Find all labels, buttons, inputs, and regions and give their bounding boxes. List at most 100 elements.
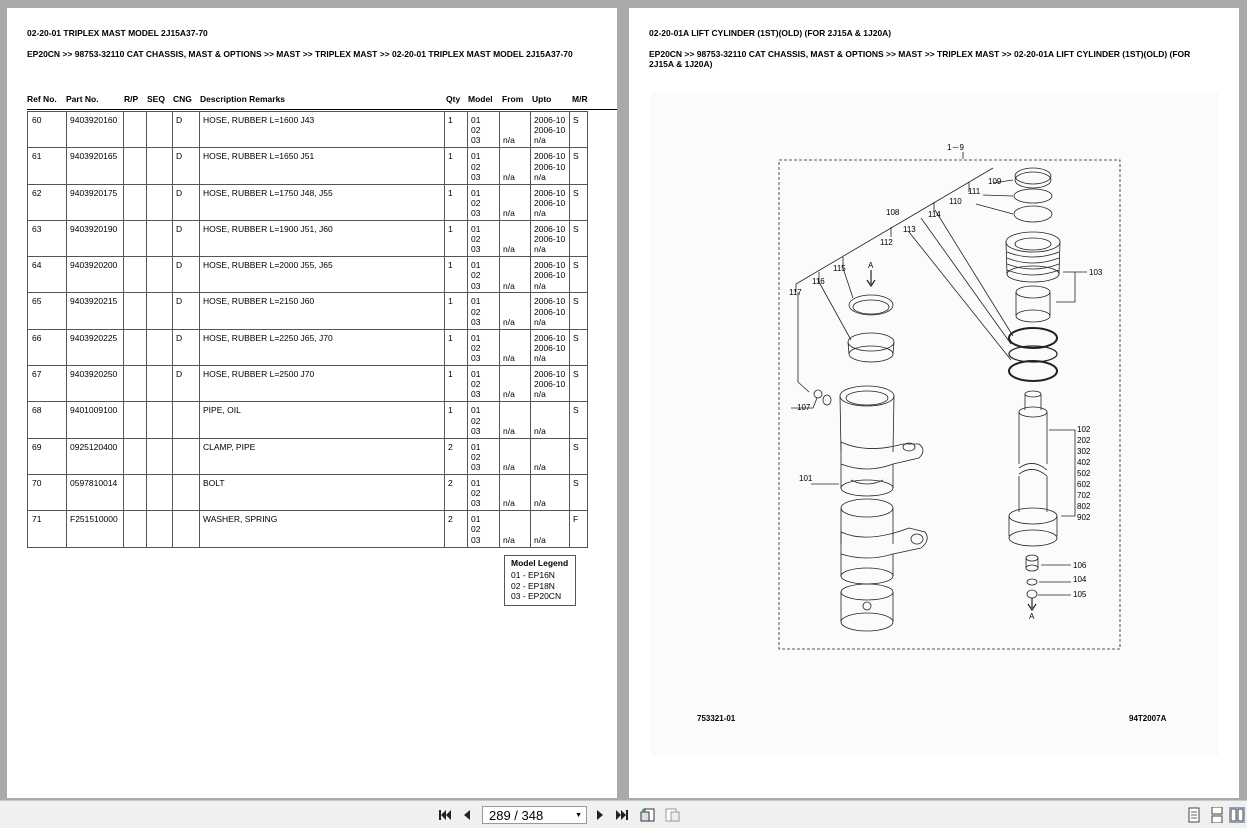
go-forward-view-button[interactable] bbox=[664, 807, 680, 823]
cylinder-part bbox=[840, 554, 894, 576]
table-row: 64 9403920200 D HOSE, RUBBER L=2000 J55, J6… bbox=[27, 256, 588, 294]
breadcrumb: EP20CN >> 98753-32110 CAT CHASSIS, MAST … bbox=[27, 49, 573, 59]
description-cell: HOSE, RUBBER L=2250 J65, J70 bbox=[199, 328, 445, 367]
callout-label: 1－9 bbox=[947, 143, 964, 152]
cylinder-part bbox=[839, 395, 895, 453]
cng-cell: D bbox=[172, 365, 200, 403]
first-page-button[interactable] bbox=[437, 807, 453, 823]
qty-cell: 1 bbox=[444, 219, 468, 258]
callout-label: 114 bbox=[928, 210, 941, 219]
model-cell: 01 02 03 bbox=[467, 473, 500, 512]
rp-cell bbox=[123, 292, 147, 330]
left-page: 02-20-01 TRIPLEX MAST MODEL 2J15A37-70 E… bbox=[7, 8, 617, 798]
col-from: From bbox=[502, 94, 524, 104]
fitting-part bbox=[813, 389, 823, 399]
callout-label: 101 bbox=[799, 474, 813, 483]
description-cell: HOSE, RUBBER L=2150 J60 bbox=[199, 292, 445, 330]
ring-part bbox=[1013, 205, 1053, 223]
model-cell: 01 02 03 bbox=[467, 292, 500, 330]
arrow-a bbox=[1027, 598, 1037, 612]
chevron-down-icon: ▼ bbox=[575, 812, 582, 819]
seq-cell bbox=[146, 328, 173, 367]
seq-cell bbox=[146, 401, 173, 439]
previous-page-button[interactable] bbox=[459, 807, 475, 823]
qty-cell: 1 bbox=[444, 292, 468, 330]
part-no-cell: 9403920165 bbox=[66, 147, 124, 185]
ref-no-cell: 63 bbox=[27, 219, 67, 258]
single-page-view-button[interactable] bbox=[1186, 807, 1202, 823]
ref-no-cell: 69 bbox=[27, 437, 67, 475]
cylinder-part bbox=[840, 583, 894, 601]
rp-cell bbox=[123, 110, 147, 149]
rp-cell bbox=[123, 437, 147, 475]
upto-cell: 2006-10 2006-10 n/a bbox=[530, 292, 570, 330]
next-page-button[interactable] bbox=[592, 807, 608, 823]
small-part bbox=[1025, 558, 1039, 568]
cylinder-part bbox=[840, 567, 894, 585]
part-no-cell: 9403920175 bbox=[66, 183, 124, 221]
from-cell: n/a bbox=[499, 183, 531, 221]
qty-cell: 1 bbox=[444, 147, 468, 185]
cylinder-part bbox=[839, 385, 895, 407]
qty-cell: 2 bbox=[444, 437, 468, 475]
callout-label: A bbox=[1029, 612, 1035, 621]
model-cell: 01 02 03 bbox=[467, 328, 500, 367]
cap-part bbox=[1005, 231, 1061, 253]
cng-cell bbox=[172, 510, 200, 548]
table-row: 68 9401009100 PIPE, OIL 1 01 02 03 n/a n/a S bbox=[27, 401, 588, 439]
mr-cell: S bbox=[569, 292, 588, 330]
table-row: 70 0597810014 BOLT 2 01 02 03 n/a n/a S bbox=[27, 473, 588, 512]
cng-cell: D bbox=[172, 292, 200, 330]
piston-part bbox=[1008, 529, 1058, 547]
table-row: 67 9403920250 D HOSE, RUBBER L=2500 J70 1 01 … bbox=[27, 365, 588, 403]
table-row: 71 F251510000 WASHER, SPRING 2 01 02 03 n/a … bbox=[27, 510, 588, 548]
qty-cell: 2 bbox=[444, 473, 468, 512]
ref-no-cell: 62 bbox=[27, 183, 67, 221]
page-indicator: 289 / 348 bbox=[489, 807, 544, 823]
from-cell: n/a bbox=[499, 219, 531, 258]
cylinder-part bbox=[840, 508, 894, 544]
breadcrumb: EP20CN >> 98753-32110 CAT CHASSIS, MAST … bbox=[649, 49, 1191, 69]
page-number-select[interactable]: 289 / 348 ▼ bbox=[482, 806, 587, 824]
arrow-a bbox=[866, 270, 876, 288]
go-back-view-button[interactable] bbox=[640, 807, 656, 823]
callout-label: 111 bbox=[968, 187, 981, 196]
mr-cell: S bbox=[569, 256, 588, 294]
table-row: 69 0925120400 CLAMP, PIPE 2 01 02 03 n/a n/a… bbox=[27, 437, 588, 475]
from-cell: n/a bbox=[499, 328, 531, 367]
model-cell: 01 02 03 bbox=[467, 183, 500, 221]
mr-cell: S bbox=[569, 473, 588, 512]
model-cell: 01 02 03 bbox=[467, 147, 500, 185]
seq-cell bbox=[146, 183, 173, 221]
table-row: 63 9403920190 D HOSE, RUBBER L=1900 J51, J6… bbox=[27, 219, 588, 258]
cng-cell bbox=[172, 401, 200, 439]
continuous-page-icon bbox=[1211, 807, 1223, 823]
continuous-view-button[interactable] bbox=[1209, 807, 1225, 823]
from-cell: n/a bbox=[499, 292, 531, 330]
description-cell: HOSE, RUBBER L=1600 J43 bbox=[199, 110, 445, 149]
cng-cell: D bbox=[172, 110, 200, 149]
ref-no-cell: 68 bbox=[27, 401, 67, 439]
rp-cell bbox=[123, 401, 147, 439]
part-no-cell: 9401009100 bbox=[66, 401, 124, 439]
ref-no-cell: 60 bbox=[27, 110, 67, 149]
first-page-icon bbox=[439, 810, 451, 820]
bushing-part bbox=[1015, 292, 1051, 316]
last-page-button[interactable] bbox=[614, 807, 630, 823]
ring-part bbox=[848, 345, 894, 363]
cylinder-part bbox=[845, 390, 889, 406]
rp-cell bbox=[123, 256, 147, 294]
cylinder-port bbox=[840, 441, 924, 470]
ref-no-cell: 64 bbox=[27, 256, 67, 294]
piston-part bbox=[1018, 476, 1048, 512]
mr-cell: S bbox=[569, 401, 588, 439]
two-page-view-button[interactable] bbox=[1229, 807, 1245, 823]
cng-cell: D bbox=[172, 328, 200, 367]
upto-cell: 2006-10 2006-10 n/a bbox=[530, 183, 570, 221]
callout-label: 702 bbox=[1077, 491, 1091, 500]
upto-cell: 2006-10 2006-10 n/a bbox=[530, 110, 570, 149]
cylinder-part bbox=[840, 498, 894, 518]
cylinder-port bbox=[910, 533, 924, 545]
model-cell: 01 02 03 bbox=[467, 437, 500, 475]
cylinder-part bbox=[840, 592, 894, 622]
